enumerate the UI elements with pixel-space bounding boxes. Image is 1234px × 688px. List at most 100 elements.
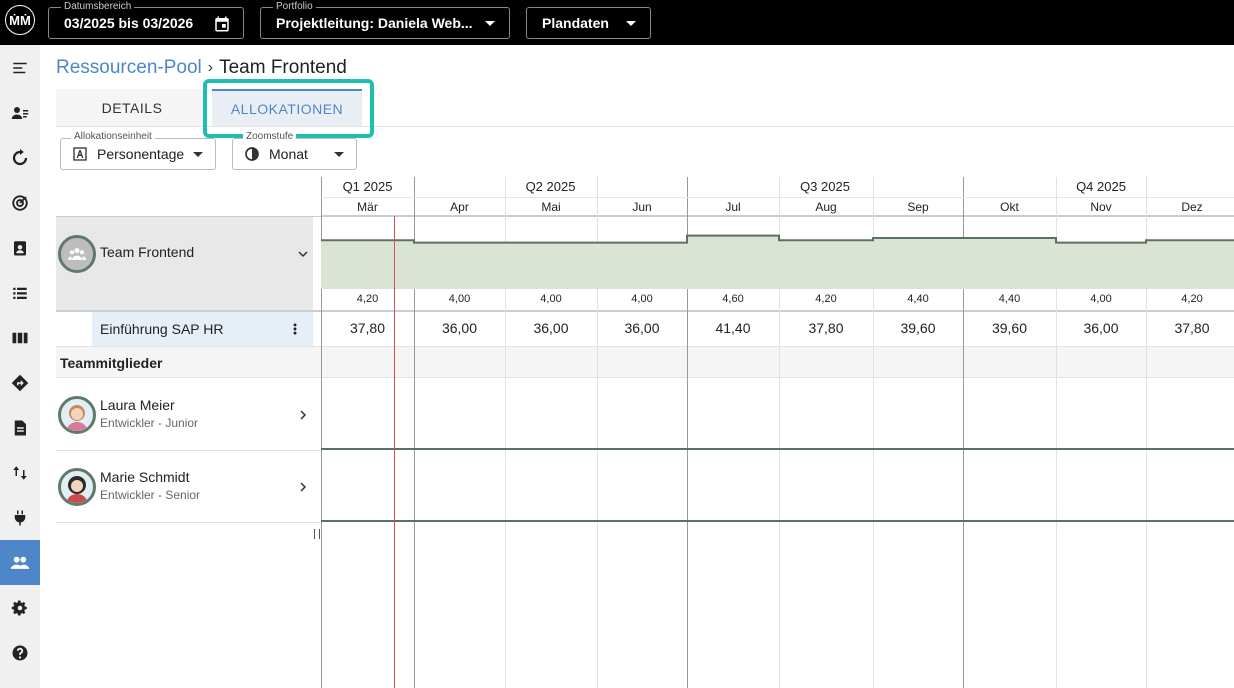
app-logo[interactable]: ṀṀ [5, 5, 35, 35]
capacity-value: 4,20 [815, 293, 837, 305]
allocation-cell[interactable]: 36,00 [597, 320, 687, 336]
chevron-down-icon[interactable] [297, 248, 309, 260]
sidebar-item-menu[interactable] [0, 45, 40, 90]
capacity-value: 4,40 [998, 293, 1021, 305]
team-name: Team Frontend [100, 244, 195, 260]
allocation-cell[interactable]: 36,00 [1056, 320, 1146, 336]
month-header: Jul [725, 200, 741, 214]
chevron-down-icon [626, 21, 636, 26]
month-header: Mai [541, 200, 561, 214]
dataset-select[interactable]: Plandaten [526, 7, 651, 39]
sidebar-item-cycle[interactable] [0, 135, 40, 180]
sidebar-item-teams[interactable] [0, 540, 40, 585]
member-role: Entwickler - Senior [100, 488, 201, 502]
portfolio-value: Projektleitung: Daniela Web... [276, 15, 473, 31]
member-name: Laura Meier [100, 397, 175, 413]
allocation-cell[interactable]: 37,80 [1146, 320, 1234, 336]
person-avatar-laura-icon [67, 405, 87, 431]
sidebar-item-help[interactable] [0, 630, 40, 675]
person-avatar-marie-icon [67, 476, 87, 503]
resize-handle[interactable] [314, 529, 320, 539]
capacity-value: 4,00 [631, 293, 653, 305]
month-header: Apr [450, 200, 469, 214]
capacity-bar [414, 242, 505, 289]
contrast-icon [245, 147, 259, 161]
sidebar-item-assignments[interactable] [0, 225, 40, 270]
help-icon [12, 645, 28, 660]
columns-icon [12, 332, 28, 343]
sidebar-item-roadmap[interactable] [0, 360, 40, 405]
member-row[interactable]: Laura Meier Entwickler - Junior [56, 379, 313, 450]
capacity-value: 4,00 [540, 293, 562, 305]
sidebar-item-board[interactable] [0, 315, 40, 360]
chevron-down-icon [485, 21, 495, 26]
capacity-value: 4,60 [722, 293, 744, 305]
sidebar-item-transfers[interactable] [0, 450, 40, 495]
quarter-header: Q2 2025 [525, 179, 576, 194]
capacity-value: 4,00 [1090, 293, 1112, 305]
more-vert-icon[interactable] [288, 322, 302, 336]
breadcrumb: Ressourcen-Pool › Team Frontend [56, 57, 347, 79]
sidebar-item-goals[interactable] [0, 180, 40, 225]
allocation-cell[interactable]: 37,80 [779, 320, 873, 336]
allocation-unit-select[interactable]: Allokationseinheit Personentage [60, 130, 216, 170]
page-title: Team Frontend [219, 57, 347, 78]
sidebar [0, 45, 40, 688]
allocation-cell[interactable]: 39,60 [873, 320, 963, 336]
sidebar-item-documents[interactable] [0, 405, 40, 450]
month-header: Jun [632, 200, 652, 214]
month-header: Mär [357, 200, 378, 214]
row-divider [56, 522, 321, 523]
month-header: Sep [907, 200, 929, 214]
chevron-right-icon[interactable] [297, 481, 309, 493]
allocation-cell[interactable]: 41,40 [687, 320, 779, 336]
date-range-picker[interactable]: Datumsbereich 03/2025 bis 03/2026 [48, 1, 244, 39]
sidebar-item-people[interactable] [0, 90, 40, 135]
member-name: Marie Schmidt [100, 469, 190, 485]
member-capacity-line [321, 448, 1234, 450]
sidebar-item-list[interactable] [0, 270, 40, 315]
member-row[interactable]: Marie Schmidt Entwickler - Senior [56, 451, 313, 522]
date-range-legend: Datumsbereich [61, 1, 135, 13]
team-capacity-chart [321, 234, 1234, 289]
project-row[interactable]: Einführung SAP HR [56, 312, 313, 346]
sort-arrows-icon [13, 465, 27, 480]
top-bar: ṀṀ Datumsbereich 03/2025 bis 03/2026 Por… [0, 0, 1234, 45]
avatar [58, 396, 96, 434]
target-icon [12, 194, 28, 211]
calendar-icon[interactable] [213, 15, 231, 33]
month-header: Dez [1181, 200, 1203, 214]
allocation-cell[interactable]: 37,80 [321, 320, 414, 336]
sidebar-item-settings[interactable] [0, 585, 40, 630]
quarter-header: Q3 2025 [800, 179, 850, 194]
capacity-bar [779, 240, 873, 289]
team-icon [10, 556, 30, 569]
team-row[interactable]: Team Frontend [56, 217, 313, 310]
capacity-value: 4,40 [907, 293, 929, 305]
avatar [58, 468, 96, 506]
capacity-bar [687, 235, 779, 289]
sidebar-item-integrations[interactable] [0, 495, 40, 540]
month-header: Nov [1090, 200, 1112, 214]
capacity-bar [963, 237, 1056, 289]
allocation-grid: Q1 2025 Q2 2025 Q3 2025 Q4 2025 Mär Apr … [321, 177, 1234, 688]
gear-icon [11, 600, 27, 615]
capacity-bar [505, 242, 597, 289]
direction-icon [11, 374, 29, 391]
portfolio-select[interactable]: Portfolio Projektleitung: Daniela Web... [260, 1, 510, 39]
breadcrumb-link-resource-pool[interactable]: Ressourcen-Pool [56, 57, 202, 79]
allocation-cell[interactable]: 39,60 [963, 320, 1056, 336]
zoom-level-legend: Zoomstufe [243, 130, 297, 144]
capacity-bar [873, 237, 963, 289]
chevron-right-icon[interactable] [297, 409, 309, 421]
allocation-cell[interactable]: 36,00 [505, 320, 597, 336]
breadcrumb-separator: › [207, 59, 214, 76]
members-section-title: Teammitglieder [60, 355, 163, 371]
zoom-level-select[interactable]: Zoomstufe Monat [232, 130, 357, 170]
quarter-header: Q4 2025 [1076, 179, 1126, 194]
assignment-icon [14, 240, 26, 255]
capacity-bar [1056, 242, 1146, 289]
capacity-bar [321, 240, 414, 289]
allocation-cell[interactable]: 36,00 [414, 320, 505, 336]
tab-details[interactable]: DETAILS [56, 89, 208, 126]
